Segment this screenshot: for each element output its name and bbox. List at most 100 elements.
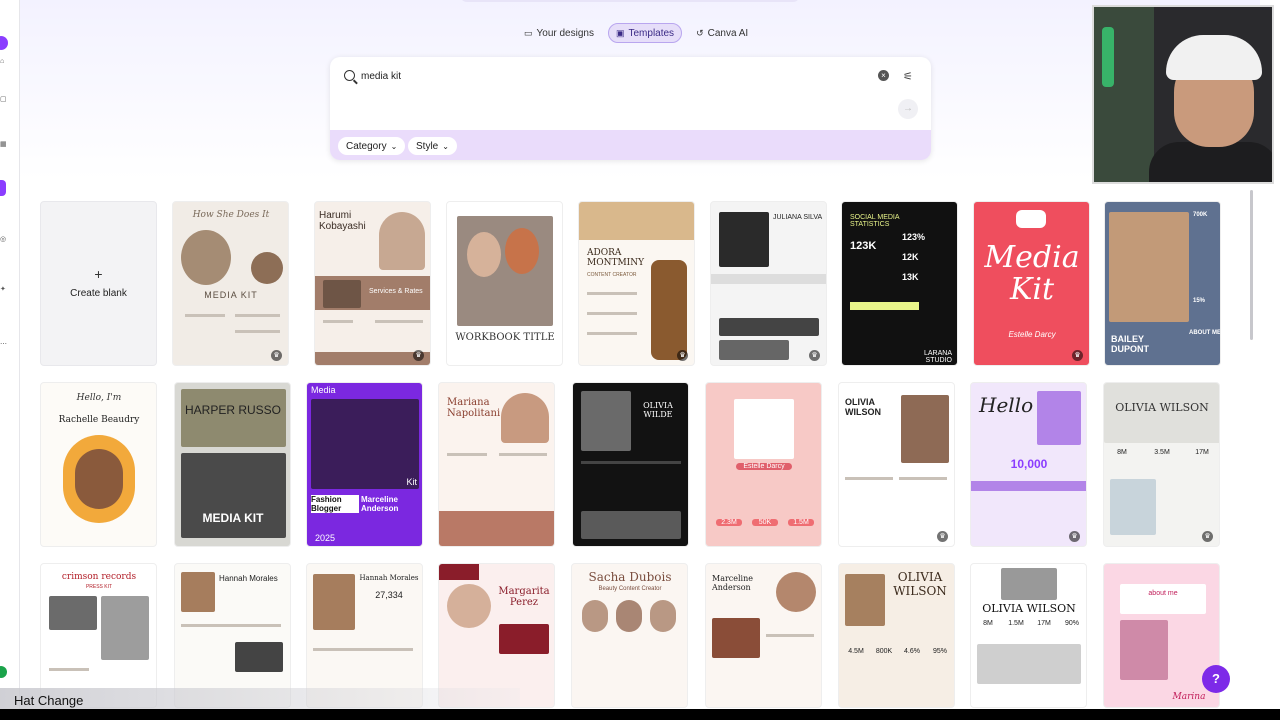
card-photo: [101, 596, 149, 660]
text-line: [587, 332, 637, 335]
help-button[interactable]: ?: [1202, 665, 1230, 693]
left-sidebar: ⌂ ▢ ▦ ◎ ✦ ⋯: [0, 0, 20, 720]
create-blank-card[interactable]: + Create blank: [40, 201, 157, 366]
card-title: OLIVIA WILDE: [643, 401, 673, 419]
chip-label: Style: [416, 140, 439, 152]
template-card[interactable]: Estelle Darcy 2.3M 50K 1.5M: [705, 382, 822, 547]
tab-your-designs[interactable]: ▭ Your designs: [516, 23, 602, 43]
template-card[interactable]: about me Marina: [1103, 563, 1220, 708]
card-title: Media Kit: [984, 240, 1080, 307]
card-title: Sacha Dubois: [588, 570, 672, 584]
template-card[interactable]: Margarita Perez: [438, 563, 555, 708]
caption-text: Hat Change: [14, 693, 84, 708]
template-card[interactable]: Media Kit Estelle Darcy ♛: [973, 201, 1090, 366]
card-photo: [776, 572, 816, 612]
filter-settings-icon[interactable]: ⚟: [903, 70, 913, 83]
template-card[interactable]: HARPER RUSSO MEDIA KIT: [174, 382, 291, 547]
card-photo: [719, 340, 789, 360]
template-card[interactable]: Hannah Morales: [174, 563, 291, 708]
stat-value: 15%: [1193, 298, 1206, 304]
card-subtitle: Beauty Content Creator: [598, 586, 662, 592]
premium-crown-icon: ♛: [809, 350, 820, 361]
tab-templates[interactable]: ▣ Templates: [607, 23, 683, 43]
card-band: [971, 481, 1086, 491]
scrollbar-thumb[interactable]: [1250, 190, 1253, 340]
template-card[interactable]: Harumi Kobayashi Services & Rates ♛: [314, 201, 431, 366]
text-line: [587, 312, 637, 315]
card-title: about me: [1148, 590, 1178, 597]
mode-tabs: ▭ Your designs ▣ Templates ↺ Canva AI: [516, 23, 756, 43]
clear-search-icon[interactable]: ×: [878, 70, 889, 81]
card-subtitle: MEDIA KIT: [202, 511, 264, 525]
card-photo: [251, 252, 283, 284]
template-card[interactable]: Hello 10,000 ♛: [970, 382, 1087, 547]
bottom-bar: [0, 709, 1280, 720]
card-label: ABOUT ME: [1189, 330, 1221, 336]
template-card[interactable]: JULIANA SILVA ♛: [710, 201, 827, 366]
template-card[interactable]: SOCIAL MEDIA STATISTICS 123K 123% 12K 13…: [841, 201, 958, 366]
text-line: [581, 461, 681, 464]
template-card[interactable]: crimson records PRESS KIT: [40, 563, 157, 708]
rail-active-indicator: [0, 180, 6, 196]
template-card[interactable]: Hello, I'm Rachelle Beaudry: [40, 382, 157, 547]
template-card[interactable]: OLIVIA WILDE: [572, 382, 689, 547]
chevron-down-icon: ⌄: [442, 141, 449, 151]
stat-value: 27,334: [375, 590, 403, 600]
template-card[interactable]: How She Does It MEDIA KIT ♛: [172, 201, 289, 366]
designs-icon: ▭: [524, 27, 533, 38]
template-card[interactable]: Marceline Anderson: [705, 563, 822, 708]
text-line: [845, 477, 893, 480]
card-subtitle: Fashion Blogger: [311, 495, 359, 513]
card-photo: [379, 212, 425, 270]
card-photo: [579, 202, 694, 240]
rail-item-home[interactable]: ⌂: [0, 58, 4, 65]
template-card[interactable]: Sacha Dubois Beauty Content Creator: [571, 563, 688, 708]
card-year: 2025: [315, 533, 336, 543]
category-dropdown[interactable]: Category ⌄: [338, 137, 406, 155]
template-card[interactable]: Media Kit Fashion Blogger Marceline Ande…: [306, 382, 423, 547]
card-title: Media: [311, 385, 336, 395]
card-stats-panel: [651, 260, 687, 360]
premium-crown-icon: ♛: [271, 350, 282, 361]
rail-item-more[interactable]: ⋯: [0, 340, 7, 348]
play-icon: [1016, 210, 1046, 228]
template-card[interactable]: OLIVIA WILSON ♛: [838, 382, 955, 547]
search-input[interactable]: [361, 67, 841, 85]
card-photo: [467, 232, 501, 277]
text-line: [375, 320, 423, 323]
rail-item-projects[interactable]: ▢: [0, 95, 7, 103]
card-photo: [181, 389, 286, 447]
card-title: OLIVIA WILSON: [893, 570, 947, 598]
card-title: Margarita Perez: [498, 586, 550, 608]
template-card[interactable]: OLIVIA WILSON 8M 3.5M 17M ♛: [1103, 382, 1220, 547]
text-line: [323, 320, 353, 323]
card-photo: [582, 600, 608, 632]
submit-search-icon[interactable]: →: [898, 99, 918, 119]
chip-label: Category: [346, 140, 387, 152]
rail-item-brand[interactable]: ◎: [0, 235, 6, 243]
card-photo: [181, 230, 231, 285]
card-subtitle: PRESS KIT: [85, 584, 113, 590]
style-dropdown[interactable]: Style ⌄: [408, 137, 457, 155]
text-line: [235, 314, 280, 317]
card-title: Mariana Napolitani: [447, 397, 501, 419]
template-card[interactable]: WORKBOOK TITLE: [446, 201, 563, 366]
tab-canva-ai[interactable]: ↺ Canva AI: [688, 23, 756, 43]
create-button[interactable]: [0, 36, 8, 50]
template-card[interactable]: OLIVIA WILSON 8M 1.5M 17M 90%: [970, 563, 1087, 708]
rail-item-templates[interactable]: ▦: [0, 140, 7, 148]
template-card[interactable]: 700K 15% ABOUT ME BAILEY DUPONT: [1104, 201, 1221, 366]
template-card[interactable]: ADORA MONTMINY CONTENT CREATOR ♛: [578, 201, 695, 366]
template-card[interactable]: Mariana Napolitani: [438, 382, 555, 547]
text-line: [899, 477, 947, 480]
card-photo: [977, 644, 1081, 684]
tab-label: Your designs: [536, 27, 594, 39]
rail-item-ai[interactable]: ✦: [0, 285, 6, 293]
template-card[interactable]: Hannah Morales 27,334: [306, 563, 423, 708]
card-photo: [181, 453, 286, 538]
card-window: [1120, 584, 1206, 614]
stat-value: 4.6%: [904, 648, 920, 655]
premium-crown-icon: ♛: [937, 531, 948, 542]
template-card[interactable]: OLIVIA WILSON 4.5M 800K 4.6% 95%: [838, 563, 955, 708]
card-band: [711, 274, 826, 284]
